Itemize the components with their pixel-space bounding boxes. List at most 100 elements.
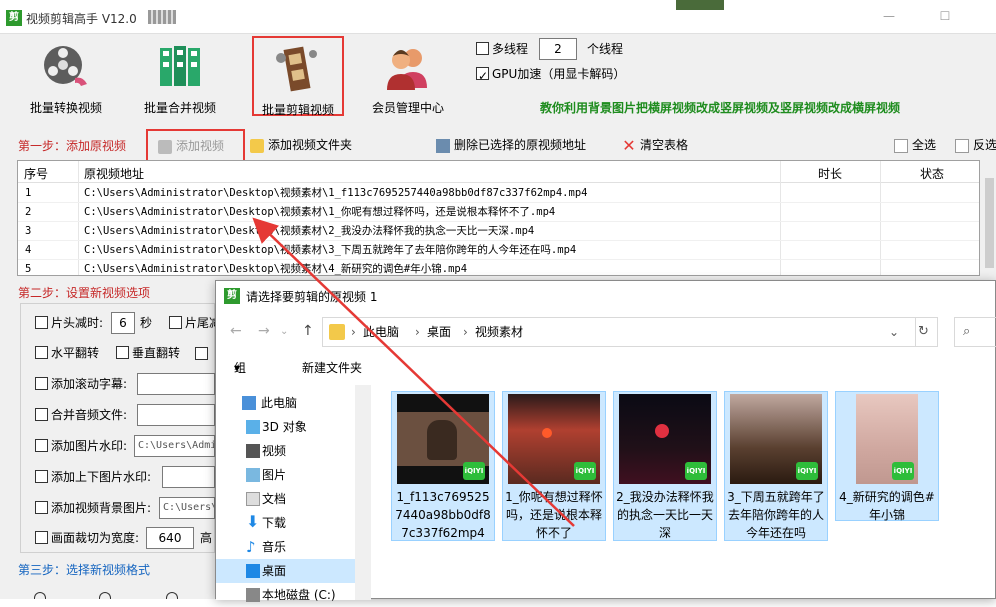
gpu-checkbox[interactable] xyxy=(476,65,489,87)
image-watermark-input[interactable]: C:\Users\Admi xyxy=(134,435,215,457)
batch-convert-button[interactable]: 批量转换视频 xyxy=(24,36,108,116)
nav-item-desktop[interactable]: 桌面 xyxy=(216,559,355,583)
nav-item-music[interactable]: ♪ 音乐 xyxy=(216,535,355,559)
multithread-checkbox[interactable] xyxy=(476,42,489,55)
tail-cut-option[interactable]: 片尾减 xyxy=(169,312,221,334)
scroll-subtitle-input[interactable] xyxy=(137,373,215,395)
col-duration-header[interactable]: 时长 xyxy=(818,165,842,182)
nav-scrollbar[interactable] xyxy=(355,385,371,600)
image-watermark-checkbox[interactable] xyxy=(35,439,48,452)
table-row[interactable]: 5 C:\Users\Administrator\Desktop\视频素材\4_新… xyxy=(18,260,979,275)
maximize-icon[interactable]: ☐ xyxy=(937,8,953,24)
head-cut-checkbox[interactable] xyxy=(35,316,48,329)
nav-item-this-pc[interactable]: 此电脑 xyxy=(216,391,355,415)
music-icon: ♪ xyxy=(246,538,256,556)
format-radio[interactable] xyxy=(99,592,111,599)
organize-button[interactable]: 组织 ▾ xyxy=(234,353,246,405)
nav-label: 音乐 xyxy=(262,540,287,554)
desktop-icon xyxy=(246,564,260,578)
chevron-down-icon[interactable]: ⌄ xyxy=(280,326,288,337)
merge-audio-input[interactable] xyxy=(137,404,215,426)
table-scrollbar[interactable] xyxy=(983,160,996,276)
merge-audio-checkbox[interactable] xyxy=(35,408,48,421)
nav-item-videos[interactable]: 视频 xyxy=(216,439,355,463)
folder-add-icon xyxy=(250,138,264,153)
flip-v-checkbox[interactable] xyxy=(116,346,129,359)
file-item[interactable]: iQIYI 2_我没办法释怀我的执念一天比一天深 xyxy=(613,391,717,541)
nav-item-pictures[interactable]: 图片 xyxy=(216,463,355,487)
height-label: 高 xyxy=(200,531,213,545)
breadcrumb-item[interactable]: 桌面 xyxy=(427,318,451,346)
minimize-icon[interactable]: — xyxy=(881,8,897,24)
scroll-subtitle-checkbox[interactable] xyxy=(35,377,48,390)
file-item[interactable]: iQIYI 1_f113c7695257440a98bb0df87c337f62… xyxy=(391,391,495,541)
address-bar[interactable]: › 此电脑 › 桌面 › 视频素材 ⌄ xyxy=(322,317,916,347)
add-folder-button[interactable]: 添加视频文件夹 xyxy=(250,136,352,154)
col-path-header[interactable]: 原视频地址 xyxy=(84,165,144,182)
bg-image-checkbox[interactable] xyxy=(35,501,48,514)
tb-watermark-input[interactable] xyxy=(162,466,215,488)
video-table[interactable]: 序号 原视频地址 时长 状态 1 C:\Users\Administrator\D… xyxy=(17,160,980,276)
back-arrow-icon[interactable]: ← xyxy=(230,323,242,339)
member-center-button[interactable]: 会员管理中心 xyxy=(366,36,450,116)
thread-count-input[interactable]: 2 xyxy=(539,38,577,60)
head-cut-option[interactable]: 片头减时: xyxy=(35,312,103,334)
scroll-subtitle-label: 添加滚动字幕: xyxy=(51,377,128,391)
folder-icon xyxy=(329,324,345,340)
tb-watermark-option[interactable]: 添加上下图片水印: xyxy=(35,466,151,488)
table-row[interactable]: 3 C:\Users\Administrator\Desktop\视频素材\2_我… xyxy=(18,222,979,241)
breadcrumb-item[interactable]: 此电脑 xyxy=(363,318,399,346)
flip-v-option[interactable]: 垂直翻转 xyxy=(116,342,180,364)
file-item[interactable]: iQIYI 4_新研究的调色#年小锦 xyxy=(835,391,939,522)
bg-image-option[interactable]: 添加视频背景图片: xyxy=(35,497,151,519)
invert-button[interactable]: 反选 xyxy=(955,136,996,154)
format-radio[interactable] xyxy=(166,592,178,599)
gpu-option[interactable]: GPU加速（用显卡解码） xyxy=(476,63,625,87)
batch-edit-button[interactable]: 批量剪辑视频 xyxy=(252,36,344,117)
nav-item-3d-objects[interactable]: 3D 对象 xyxy=(216,415,355,439)
chevron-down-icon[interactable]: ⌄ xyxy=(889,318,899,346)
nav-item-documents[interactable]: 文档 xyxy=(216,487,355,511)
nav-item-local-disk[interactable]: 本地磁盘 (C:) xyxy=(216,583,355,607)
up-arrow-icon[interactable]: ↑ xyxy=(302,323,314,339)
tail-cut-checkbox[interactable] xyxy=(169,316,182,329)
scrollbar-thumb[interactable] xyxy=(985,178,994,268)
video-thumbnail: iQIYI xyxy=(397,394,489,484)
file-item[interactable]: iQIYI 3_下周五就跨年了去年陪你跨年的人今年还在吗 xyxy=(724,391,828,541)
crop-width-option[interactable]: 画面裁切为宽度: xyxy=(35,527,139,549)
search-input[interactable]: ⌕ xyxy=(954,317,996,347)
delete-selected-button[interactable]: 删除已选择的原视频地址 xyxy=(436,136,586,154)
breadcrumb-item[interactable]: 视频素材 xyxy=(475,318,523,346)
flip-h-option[interactable]: 水平翻转 xyxy=(35,342,99,364)
refresh-icon[interactable]: ↻ xyxy=(910,317,938,347)
app-icon: 剪 xyxy=(224,288,240,304)
multithread-option[interactable]: 多线程 xyxy=(476,38,528,60)
crop-width-checkbox[interactable] xyxy=(35,531,48,544)
row-path: C:\Users\Administrator\Desktop\视频素材\2_我没… xyxy=(84,225,535,237)
bg-image-input[interactable]: C:\Users\ xyxy=(159,497,215,519)
rotate-checkbox[interactable] xyxy=(195,347,208,360)
batch-merge-button[interactable]: 批量合并视频 xyxy=(138,36,222,116)
col-index-header[interactable]: 序号 xyxy=(24,165,48,182)
merge-audio-option[interactable]: 合并音频文件: xyxy=(35,404,127,426)
nav-item-downloads[interactable]: ⬇ 下载 xyxy=(216,511,355,535)
forward-arrow-icon[interactable]: → xyxy=(258,323,270,339)
scroll-subtitle-option[interactable]: 添加滚动字幕: xyxy=(35,373,127,395)
nav-label: 文档 xyxy=(262,492,287,506)
table-row[interactable]: 2 C:\Users\Administrator\Desktop\视频素材\1_你… xyxy=(18,203,979,222)
table-row[interactable]: 4 C:\Users\Administrator\Desktop\视频素材\3_下… xyxy=(18,241,979,260)
format-radio[interactable] xyxy=(34,592,46,599)
tb-watermark-checkbox[interactable] xyxy=(35,470,48,483)
clear-table-button[interactable]: ✕ 清空表格 xyxy=(622,136,688,154)
file-item[interactable]: iQIYI 1_你呢有想过释怀吗，还是说根本释怀不了 xyxy=(502,391,606,541)
row-index: 5 xyxy=(25,263,32,275)
image-watermark-option[interactable]: 添加图片水印: xyxy=(35,435,127,457)
table-row[interactable]: 1 C:\Users\Administrator\Desktop\视频素材\1_f… xyxy=(18,184,979,203)
promo-link[interactable]: 教你利用背景图片把横屏视频改成竖屏视频及竖屏视频改成横屏视频 xyxy=(540,99,900,116)
head-cut-input[interactable]: 6 xyxy=(111,312,135,334)
crop-width-input[interactable]: 640 xyxy=(146,527,194,549)
new-folder-button[interactable]: 新建文件夹 xyxy=(302,353,362,383)
col-status-header[interactable]: 状态 xyxy=(920,165,944,182)
flip-h-checkbox[interactable] xyxy=(35,346,48,359)
select-all-button[interactable]: 全选 xyxy=(894,136,936,154)
